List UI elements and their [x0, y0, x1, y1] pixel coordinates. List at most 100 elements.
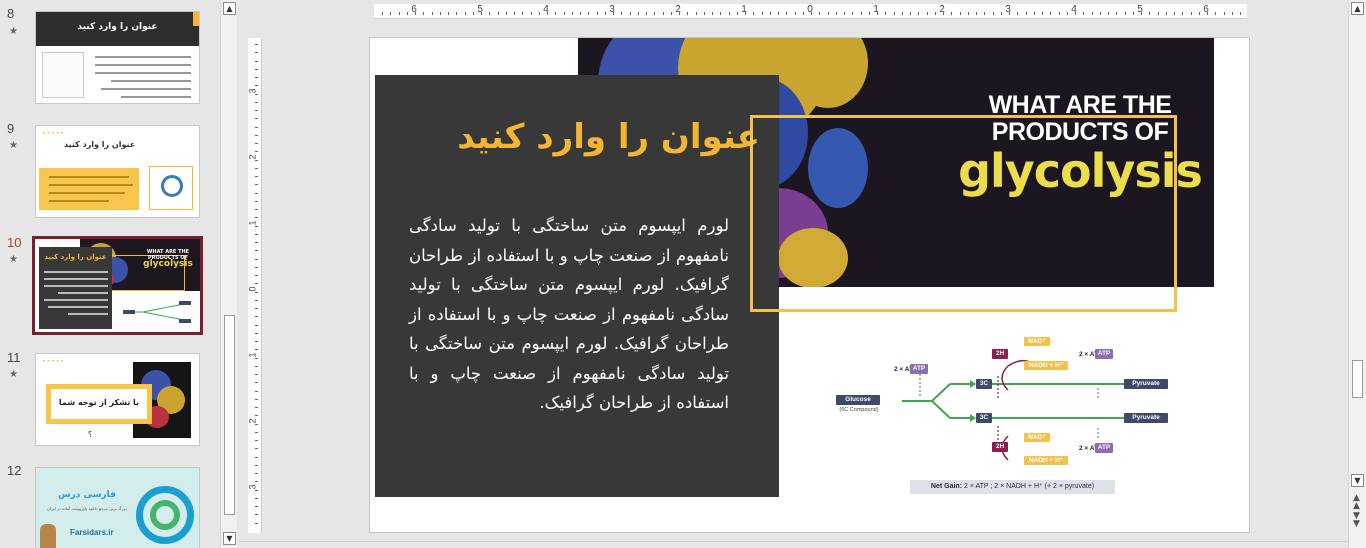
ruler-tick	[1231, 12, 1233, 15]
slide-thumbnail-8[interactable]: عنوان را وارد کنید	[35, 11, 200, 104]
ruler-tick	[1190, 12, 1192, 15]
text-line	[49, 192, 125, 194]
nadh-top-box: NADH + H⁺	[1024, 361, 1068, 370]
scroll-thumb[interactable]	[224, 315, 235, 515]
ruler-tick	[255, 44, 258, 45]
ruler-tick	[255, 357, 258, 359]
ruler-tick	[1215, 12, 1217, 15]
ruler-tick	[992, 12, 994, 15]
scroll-thumb[interactable]	[1352, 360, 1363, 398]
ruler-tick	[1058, 12, 1060, 15]
slide-thumbnail-12[interactable]: فارسی درس بزرگ ترین مرجع دانلود پاورپوین…	[35, 467, 200, 548]
ruler-tick	[255, 332, 258, 334]
ruler-tick	[255, 167, 258, 169]
ruler-tick	[720, 12, 722, 15]
transition-star-icon: ★	[9, 26, 18, 37]
ruler-tick	[745, 12, 746, 15]
ruler-tick	[255, 110, 258, 111]
thumbnail-scrollbar[interactable]: ▲ ▼	[220, 0, 237, 548]
ruler-tick	[1099, 12, 1101, 15]
horizontal-ruler: 6543210123456	[374, 4, 1247, 19]
slide-title[interactable]: عنوان را وارد کنید	[375, 117, 760, 157]
ruler-tick	[255, 448, 258, 450]
scroll-down-button[interactable]: ▼	[1351, 474, 1364, 487]
ruler-tick	[662, 12, 664, 15]
scroll-down-button[interactable]: ▼	[223, 532, 236, 545]
question-mark: ؟	[88, 430, 93, 439]
slide-thumbnail-9[interactable]: ••••• عنوان را وارد کنید	[35, 125, 200, 218]
net-gain-value: 2 × ATP ; 2 × NADH + H⁺ (+ 2 × pyruvate)	[964, 483, 1095, 490]
text-line	[48, 306, 108, 308]
text-line	[58, 292, 108, 294]
yellow-frame-shape[interactable]	[750, 115, 1177, 312]
text-line	[68, 313, 108, 315]
ruler-tick	[769, 12, 771, 15]
slide-body-text[interactable]: لورم ایپسوم متن ساختگی با تولید سادگی نا…	[409, 211, 729, 418]
slide-canvas[interactable]: WHAT ARE THE PRODUCTS OF glycolysis عنوا…	[369, 37, 1250, 533]
ruler-tick	[423, 12, 425, 15]
thumb-title: عنوان را وارد کنید	[44, 253, 107, 261]
slide-number-9: 9	[7, 121, 15, 136]
previous-slide-icon[interactable]: ▲ ▲	[1353, 494, 1360, 511]
horizontal-scroll-area[interactable]	[238, 541, 1348, 548]
ruler-tick	[255, 200, 258, 202]
thumb-glycolysis-diagram	[123, 301, 191, 323]
editor-scrollbar[interactable]: ▲ ▼ ▲ ▲ ▼ ▼	[1348, 0, 1366, 548]
ruler-tick	[255, 151, 258, 153]
ruler-tick	[588, 12, 590, 15]
brand-url: Farsidars.ir	[70, 528, 114, 537]
ruler-tick	[728, 12, 730, 15]
ruler-tick	[456, 12, 458, 15]
ruler-tick	[802, 12, 804, 15]
ruler-tick	[1141, 12, 1142, 15]
ruler-tick	[1157, 12, 1159, 15]
ruler-tick	[1017, 12, 1019, 15]
ruler-tick	[1042, 12, 1043, 15]
text-line	[101, 88, 191, 90]
three-c-top-box: 3C	[976, 379, 992, 389]
text-panel[interactable]: عنوان را وارد کنید لورم ایپسوم متن ساختگ…	[375, 75, 779, 497]
ruler-tick	[406, 12, 408, 15]
transition-star-icon: ★	[9, 254, 18, 265]
ruler-tick	[1025, 12, 1027, 15]
ruler-tick	[415, 12, 416, 15]
ruler-tick	[390, 12, 392, 15]
slide-thumbnail-11[interactable]: ••••• با تشکر از توجه شما ؟	[35, 353, 200, 446]
next-slide-icon[interactable]: ▼ ▼	[1353, 512, 1360, 529]
ruler-tick	[1132, 12, 1134, 15]
ruler-tick	[654, 12, 656, 15]
ruler-tick	[794, 12, 796, 15]
text-line	[95, 56, 191, 58]
slide-thumbnail-10[interactable]: WHAT ARE THE PRODUCTS OF glycolysis عنوا…	[32, 236, 203, 335]
pyruvate-bottom-box: Pyruvate	[1124, 413, 1168, 423]
ruler-tick	[255, 85, 258, 87]
three-c-label: 3C	[979, 414, 989, 421]
scroll-up-button[interactable]: ▲	[1351, 2, 1364, 15]
two-h-top-box: 2H	[992, 349, 1008, 359]
ruler-tick	[1009, 12, 1010, 15]
atp-output-text: ATP	[1097, 444, 1111, 451]
ruler-tick	[563, 12, 565, 15]
ruler-tick	[255, 473, 258, 474]
ruler-tick	[255, 176, 258, 177]
ruler-tick	[918, 12, 920, 15]
ruler-tick	[1182, 12, 1184, 15]
ruler-tick	[827, 12, 829, 15]
brand-tagline: بزرگ ترین مرجع دانلود پاورپوینت آماده در…	[47, 506, 127, 511]
ruler-tick	[255, 431, 258, 433]
slide-number-12: 12	[7, 463, 22, 478]
ruler-tick	[255, 456, 258, 458]
ruler-tick	[538, 12, 540, 15]
slide-number-11: 11	[7, 350, 21, 365]
text-line	[49, 200, 109, 202]
nad-bottom-box: NAD⁺	[1024, 433, 1050, 442]
slide-number-10: 10	[7, 235, 22, 250]
ruler-tick	[255, 209, 258, 210]
text-line	[44, 278, 108, 280]
thumb-title: عنوان را وارد کنید	[64, 140, 136, 149]
scroll-up-button[interactable]: ▲	[223, 2, 236, 15]
ruler-tick	[464, 12, 466, 15]
ruler-tick	[255, 225, 258, 227]
ruler-tick	[522, 12, 524, 15]
ruler-tick	[695, 12, 697, 15]
